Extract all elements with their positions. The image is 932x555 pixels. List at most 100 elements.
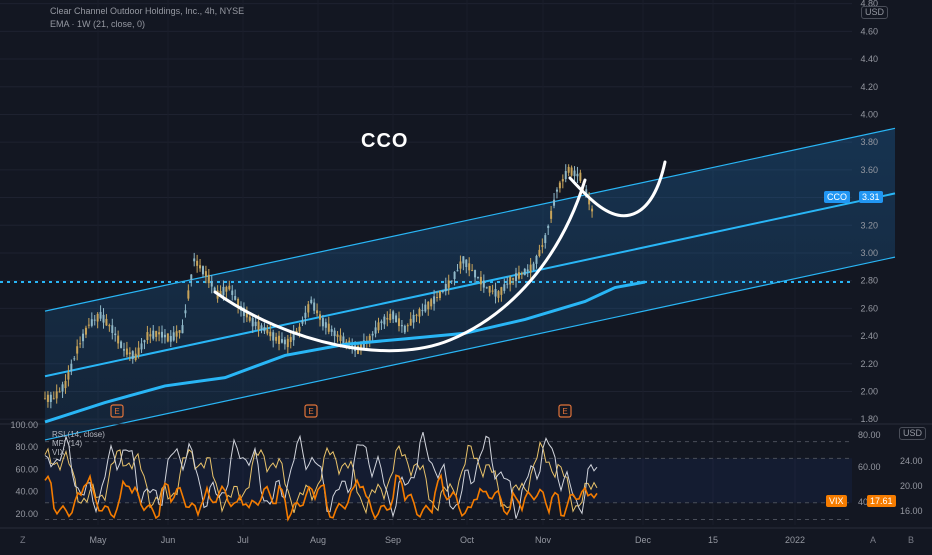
auto-scale-button[interactable]: A <box>870 535 876 545</box>
candle-body <box>122 349 125 351</box>
candle-body <box>263 327 266 332</box>
candle-body <box>579 172 582 181</box>
osc-right-tick: 80.00 <box>858 430 881 440</box>
candle-body <box>140 343 143 350</box>
candle-body <box>479 276 482 285</box>
candle-body <box>389 313 392 321</box>
candle-body <box>418 309 421 317</box>
price-tick-label: 2.60 <box>860 303 878 313</box>
zoom-reset-button[interactable]: Z <box>20 535 26 545</box>
osc-left-tick: 60.00 <box>15 464 38 474</box>
log-scale-button[interactable]: B <box>908 535 914 545</box>
candle-body <box>64 380 67 389</box>
candle-body <box>266 329 269 334</box>
candle-body <box>547 225 550 229</box>
candle-body <box>444 284 447 292</box>
candle-body <box>210 281 213 287</box>
candle-body <box>70 363 73 371</box>
currency-button[interactable]: USD <box>861 6 889 19</box>
oscillator-currency-button[interactable]: USD <box>899 427 927 440</box>
price-tick-label: 4.00 <box>860 109 878 119</box>
candle-body <box>503 284 506 291</box>
candle-body <box>248 316 251 321</box>
candle-body <box>99 311 102 319</box>
candle-body <box>172 332 175 341</box>
candle-body <box>169 335 172 342</box>
candle-body <box>131 351 134 360</box>
candle-body <box>254 321 257 327</box>
candle-body <box>392 311 395 320</box>
candle-body <box>567 166 570 173</box>
candle-body <box>447 280 450 288</box>
candle-body <box>538 249 541 256</box>
candle-body <box>146 332 149 341</box>
candle-body <box>339 335 342 341</box>
candle-body <box>468 263 471 271</box>
price-tick-label: 3.60 <box>860 165 878 175</box>
osc-left-tick: 40.00 <box>15 487 38 497</box>
candle-body <box>143 340 146 343</box>
earnings-marker-label: E <box>562 407 567 416</box>
chart-canvas[interactable]: EEE 4.804.604.404.204.003.803.603.403.20… <box>0 0 932 550</box>
candle-body <box>412 314 415 323</box>
candle-body <box>213 287 216 291</box>
candle-body <box>512 278 515 280</box>
vix-badge-value: 17.61 <box>867 495 896 507</box>
candle-body <box>462 256 465 264</box>
candle-body <box>395 315 398 323</box>
earnings-marker-label: E <box>114 407 119 416</box>
candle-body <box>506 283 509 285</box>
candle-body <box>196 260 199 266</box>
time-tick-label: Jul <box>237 535 249 545</box>
candle-body <box>272 332 275 341</box>
price-tick-label: 4.20 <box>860 82 878 92</box>
osc-left-tick: 100.00 <box>10 420 38 430</box>
candle-body <box>424 304 427 312</box>
price-tick-label: 2.20 <box>860 359 878 369</box>
candle-body <box>576 173 579 177</box>
candle-body <box>90 319 93 326</box>
time-tick-label: Aug <box>310 535 326 545</box>
candle-body <box>82 333 85 342</box>
candle-body <box>570 167 573 176</box>
time-tick-label: 2022 <box>785 535 805 545</box>
candle-body <box>269 331 272 337</box>
time-tick-label: 15 <box>708 535 718 545</box>
candle-body <box>105 318 108 326</box>
candle-body <box>87 324 90 326</box>
candle-body <box>333 330 336 336</box>
candle-body <box>515 273 518 282</box>
candle-body <box>485 287 488 289</box>
candle-body <box>383 316 386 325</box>
price-badge-value: 3.31 <box>859 191 883 203</box>
chart-svg[interactable]: EEE 4.804.604.404.204.003.803.603.403.20… <box>0 0 932 550</box>
candle-body <box>251 318 254 327</box>
candle-body <box>178 330 181 333</box>
price-tick-label: 4.40 <box>860 54 878 64</box>
candle-body <box>544 235 547 244</box>
osc-left-tick: 80.00 <box>15 442 38 452</box>
earnings-marker-label: E <box>308 407 313 416</box>
candle-body <box>491 290 494 292</box>
candle-body <box>316 310 319 314</box>
candle-body <box>453 271 456 280</box>
candle-body <box>181 325 184 334</box>
candle-body <box>44 398 46 400</box>
candle-body <box>304 312 307 318</box>
candle-body <box>430 299 433 307</box>
candle-body <box>520 273 523 275</box>
candle-body <box>114 333 117 336</box>
candle-body <box>222 286 225 296</box>
candle-body <box>400 325 403 327</box>
candle-body <box>573 170 576 177</box>
candle-body <box>117 335 120 344</box>
candle-body <box>336 334 339 337</box>
candle-body <box>163 334 166 338</box>
candle-body <box>125 348 128 355</box>
osc-right-tick: 60.00 <box>858 462 881 472</box>
candle-body <box>79 343 82 345</box>
candle-body <box>474 270 477 278</box>
candle-body <box>55 391 58 399</box>
time-tick-label: Nov <box>535 535 552 545</box>
candle-body <box>494 288 497 297</box>
